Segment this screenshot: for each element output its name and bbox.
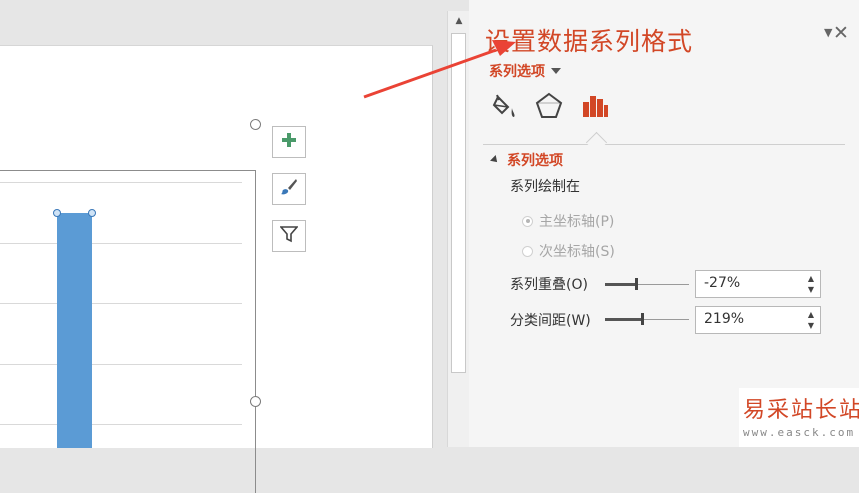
slider-thumb[interactable] xyxy=(641,313,644,325)
pane-title: 设置数据系列格式 xyxy=(485,27,694,56)
spinner-arrows[interactable]: ▲ ▼ xyxy=(806,309,816,331)
chart-elements-button[interactable] xyxy=(272,126,306,158)
series-options-link-label: 系列选项 xyxy=(489,64,545,80)
vertical-scrollbar[interactable]: ▲ xyxy=(447,11,469,447)
gridline xyxy=(0,303,242,304)
watermark-main-text: 易采站长站 xyxy=(743,398,859,423)
chart-filters-button[interactable] xyxy=(272,220,306,252)
gridline xyxy=(0,364,242,365)
paint-bucket-icon xyxy=(490,91,520,125)
series-overlap-value[interactable]: -27% xyxy=(704,275,740,291)
tab-divider xyxy=(483,144,845,145)
close-icon[interactable]: ✕ xyxy=(833,22,849,44)
chart-styles-button[interactable] xyxy=(272,173,306,205)
gridline xyxy=(0,243,242,244)
brush-icon xyxy=(280,178,298,200)
watermark-url: www.easck.com xyxy=(743,426,856,439)
bar-selection-handle[interactable] xyxy=(88,209,96,217)
series-options-dropdown[interactable]: 系列选项 xyxy=(489,61,561,81)
radio-indicator xyxy=(522,245,533,257)
primary-axis-label: 主坐标轴(P) xyxy=(539,214,615,230)
chart-resize-handle[interactable] xyxy=(250,119,261,130)
bar-chart-icon xyxy=(580,91,610,125)
tab-pointer xyxy=(585,131,608,154)
primary-axis-radio[interactable]: 主坐标轴(P) xyxy=(522,211,614,231)
bar-selection-handle[interactable] xyxy=(53,209,61,217)
scroll-up-arrow-icon[interactable]: ▲ xyxy=(451,13,467,29)
scroll-thumb[interactable] xyxy=(451,33,466,373)
chart-frame[interactable] xyxy=(0,170,256,493)
chart-resize-handle[interactable] xyxy=(250,396,261,407)
funnel-icon xyxy=(279,225,299,247)
tab-effects[interactable] xyxy=(533,92,565,124)
plot-series-on-label: 系列绘制在 xyxy=(510,179,580,195)
radio-indicator xyxy=(522,215,533,227)
gap-width-slider[interactable] xyxy=(605,313,689,325)
section-title: 系列选项 xyxy=(507,153,563,169)
slide[interactable] xyxy=(0,45,433,493)
selected-data-bar[interactable] xyxy=(57,213,92,448)
tab-series-options[interactable] xyxy=(579,92,611,124)
slider-fill xyxy=(605,318,642,321)
series-overlap-label: 系列重叠(O) xyxy=(510,277,588,293)
gap-width-spinner[interactable]: 219% ▲ ▼ xyxy=(695,306,821,334)
gap-width-label: 分类间距(W) xyxy=(510,313,591,329)
chevron-down-icon[interactable]: ▼ xyxy=(824,26,832,39)
series-options-section-header[interactable]: 系列选项 xyxy=(490,150,563,170)
gridline xyxy=(0,424,242,425)
pentagon-icon xyxy=(534,91,564,125)
spinner-arrows[interactable]: ▲ ▼ xyxy=(806,273,816,295)
series-overlap-spinner[interactable]: -27% ▲ ▼ xyxy=(695,270,821,298)
gap-width-value[interactable]: 219% xyxy=(704,311,744,327)
secondary-axis-label: 次坐标轴(S) xyxy=(539,244,615,260)
gridline xyxy=(0,182,242,183)
slider-thumb[interactable] xyxy=(635,278,638,290)
format-data-series-pane: 设置数据系列格式 ▼ ✕ 系列选项 系列选项 系列绘制在 主坐标轴(P) 次坐标… xyxy=(469,0,859,447)
secondary-axis-radio[interactable]: 次坐标轴(S) xyxy=(522,241,615,261)
collapse-triangle-icon xyxy=(490,155,500,165)
caret-down-icon xyxy=(551,68,561,74)
series-overlap-slider[interactable] xyxy=(605,278,689,290)
watermark: 易采站长站 www.easck.com xyxy=(739,388,859,447)
tab-fill-line[interactable] xyxy=(489,92,521,124)
plus-icon xyxy=(281,132,297,152)
canvas-area xyxy=(0,0,447,493)
slider-fill xyxy=(605,283,636,286)
